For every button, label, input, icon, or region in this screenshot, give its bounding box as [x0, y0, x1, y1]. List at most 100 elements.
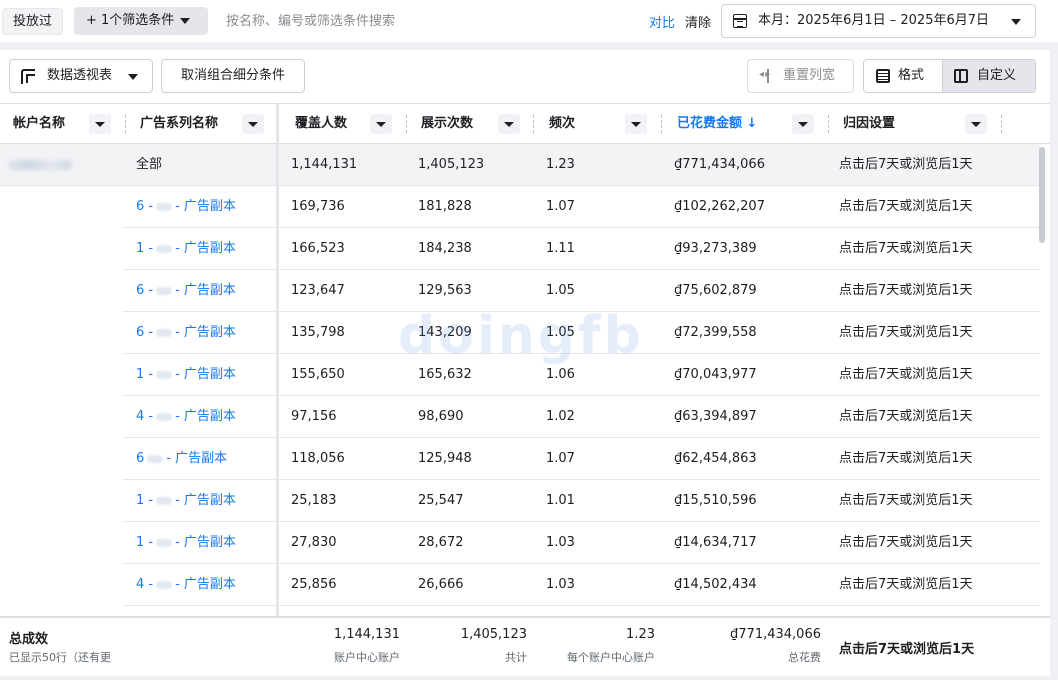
column-divider[interactable]: [828, 115, 829, 133]
column-menu-icon[interactable]: [89, 114, 111, 134]
campaign-name-link[interactable]: 4 - - 广告副本: [136, 396, 236, 437]
column-divider[interactable]: [125, 115, 126, 133]
campaign-name-suffix: - 广告副本: [175, 535, 236, 550]
campaign-name-link[interactable]: 6 - - 广告副本: [136, 270, 236, 311]
table-row[interactable]: 4 - - 广告副本 25,856 26,666 1.03 ₫14,502,434…: [123, 564, 1040, 606]
column-menu-icon[interactable]: [498, 114, 520, 134]
compare-link[interactable]: 对比: [649, 12, 675, 31]
column-menu-icon[interactable]: [792, 114, 814, 134]
table-row[interactable]: 1 - - 广告副本 155,650 165,632 1.06 ₫70,043,9…: [123, 354, 1040, 396]
table-row[interactable]: 6 - - 广告副本 135,798 143,209 1.05 ₫72,399,5…: [123, 312, 1040, 354]
impressions-value: 129,563: [418, 283, 472, 298]
delivered-filter-button[interactable]: 投放过: [2, 8, 64, 35]
campaign-name-suffix: - 广告副本: [175, 325, 236, 340]
total-spend: ₫771,434,066: [730, 627, 821, 642]
frequency-value: 1.07: [546, 451, 575, 466]
table-row[interactable]: 6 - - 广告副本 169,736 181,828 1.07 ₫102,262,…: [123, 186, 1040, 228]
campaign-name-suffix: - 广告副本: [175, 409, 236, 424]
campaign-name-link[interactable]: 6 - - 广告副本: [136, 186, 236, 227]
table-toolbar: 数据透视表 取消组合细分条件 重置列宽 格式 自定义: [0, 50, 1050, 102]
clear-link[interactable]: 清除: [685, 12, 711, 31]
spend-value: ₫75,602,879: [674, 283, 757, 298]
format-button[interactable]: 格式: [864, 60, 943, 92]
spend-value: ₫93,273,389: [674, 241, 757, 256]
table-row[interactable]: 1 - - 广告副本 166,523 184,238 1.11 ₫93,273,3…: [123, 228, 1040, 270]
table-row[interactable]: 6 - - 广告副本 123,647 129,563 1.05 ₫75,602,8…: [123, 270, 1040, 312]
filter-condition-button[interactable]: + 1个筛选条件: [74, 7, 208, 35]
date-range-picker[interactable]: 本月：2025年6月1日 – 2025年6月7日: [721, 4, 1036, 38]
campaign-name-link[interactable]: 1 - - 广告副本: [136, 522, 236, 563]
ungroup-breakdown-button[interactable]: 取消组合细分条件: [161, 59, 305, 93]
spend-value: ₫15,510,596: [674, 493, 757, 508]
reach-value: 25,183: [291, 493, 337, 508]
spend-value: ₫14,502,434: [674, 577, 757, 592]
column-menu-icon[interactable]: [242, 114, 264, 134]
campaign-name-prefix: 6 -: [136, 283, 154, 298]
column-divider[interactable]: [1001, 115, 1002, 133]
impressions-value: 98,690: [418, 409, 464, 424]
total-frequency: 1.23: [626, 627, 655, 642]
chevron-down-icon: [1011, 19, 1021, 25]
column-divider[interactable]: [406, 115, 407, 133]
attribution-value: 点击后7天或浏览后1天: [839, 241, 973, 256]
spend-value: ₫72,399,558: [674, 325, 757, 340]
reset-column-width-button[interactable]: 重置列宽: [747, 59, 854, 93]
campaign-name-suffix: - 广告副本: [175, 199, 236, 214]
column-menu-icon[interactable]: [625, 114, 647, 134]
column-menu-icon[interactable]: [965, 114, 987, 134]
column-header-attribution[interactable]: 归因设置: [843, 104, 895, 144]
frequency-value: 1.03: [546, 577, 575, 592]
reach-value: 1,144,131: [291, 157, 358, 172]
campaign-name-link[interactable]: 6 - - 广告副本: [136, 312, 236, 353]
attribution-value: 点击后7天或浏览后1天: [839, 325, 973, 340]
table-row[interactable]: 6 - 广告副本 118,056 125,948 1.07 ₫62,454,863…: [123, 438, 1040, 480]
view-mode-toggle: 格式 自定义: [863, 59, 1036, 93]
column-header-frequency[interactable]: 频次: [549, 104, 575, 144]
campaign-name-link[interactable]: 1 - - 广告副本: [136, 228, 236, 269]
campaign-name-link[interactable]: 1 - - 广告副本: [136, 354, 236, 395]
campaign-name-link[interactable]: 1 - - 广告副本: [136, 480, 236, 521]
campaign-name-suffix: - 广告副本: [175, 367, 236, 382]
column-menu-icon[interactable]: [370, 114, 392, 134]
frequency-value: 1.02: [546, 409, 575, 424]
reach-value: 135,798: [291, 325, 345, 340]
column-header-spend[interactable]: 已花费金额 ↓: [677, 104, 757, 144]
campaign-name-prefix: 1 -: [136, 535, 154, 550]
column-divider[interactable]: [533, 115, 534, 133]
frequency-value: 1.05: [546, 325, 575, 340]
campaign-name-prefix: 4 -: [136, 409, 154, 424]
column-header-impressions[interactable]: 展示次数: [421, 104, 473, 144]
reach-value: 166,523: [291, 241, 345, 256]
filter-condition-label: + 1个筛选条件: [86, 13, 175, 28]
table-row[interactable]: 1 - - 广告副本 27,830 28,672 1.03 ₫14,634,717…: [123, 522, 1040, 564]
frequency-value: 1.06: [546, 367, 575, 382]
campaign-name-prefix: 1 -: [136, 367, 154, 382]
pivot-table-button[interactable]: 数据透视表: [9, 59, 153, 93]
total-frequency-label: 每个账户中心账户: [567, 651, 655, 664]
column-divider[interactable]: [661, 115, 662, 133]
vertical-scrollbar[interactable]: [1039, 147, 1045, 243]
chevron-down-icon: [180, 17, 191, 24]
pivot-table-label: 数据透视表: [47, 68, 113, 83]
impressions-value: 184,238: [418, 241, 472, 256]
frozen-column-divider[interactable]: [276, 103, 279, 679]
frequency-value: 1.01: [546, 493, 575, 508]
impressions-value: 181,828: [418, 199, 472, 214]
column-header-reach[interactable]: 覆盖人数: [295, 104, 347, 144]
campaign-name-link[interactable]: 6 - 广告副本: [136, 438, 227, 479]
total-attribution: 点击后7天或浏览后1天: [839, 642, 975, 657]
name-redacted: [156, 286, 173, 295]
campaign-name-suffix: - 广告副本: [175, 283, 236, 298]
table-row[interactable]: 4 - - 广告副本 97,156 98,690 1.02 ₫63,394,897…: [123, 396, 1040, 438]
search-input[interactable]: [222, 8, 622, 34]
campaign-name-prefix: 1 -: [136, 241, 154, 256]
custom-view-button[interactable]: 自定义: [943, 60, 1035, 92]
table-row[interactable]: 1 - - 广告副本 25,183 25,547 1.01 ₫15,510,596…: [123, 480, 1040, 522]
column-header-account[interactable]: 帐户名称: [13, 104, 65, 144]
attribution-value: 点击后7天或浏览后1天: [839, 157, 973, 172]
campaign-name-prefix: 6 -: [136, 325, 154, 340]
table-row-total[interactable]: 全部 1,144,131 1,405,123 1.23 ₫771,434,066…: [0, 144, 1040, 186]
column-header-campaign[interactable]: 广告系列名称: [140, 104, 218, 144]
campaign-name-link[interactable]: 4 - - 广告副本: [136, 564, 236, 605]
campaign-name-suffix: - 广告副本: [175, 241, 236, 256]
